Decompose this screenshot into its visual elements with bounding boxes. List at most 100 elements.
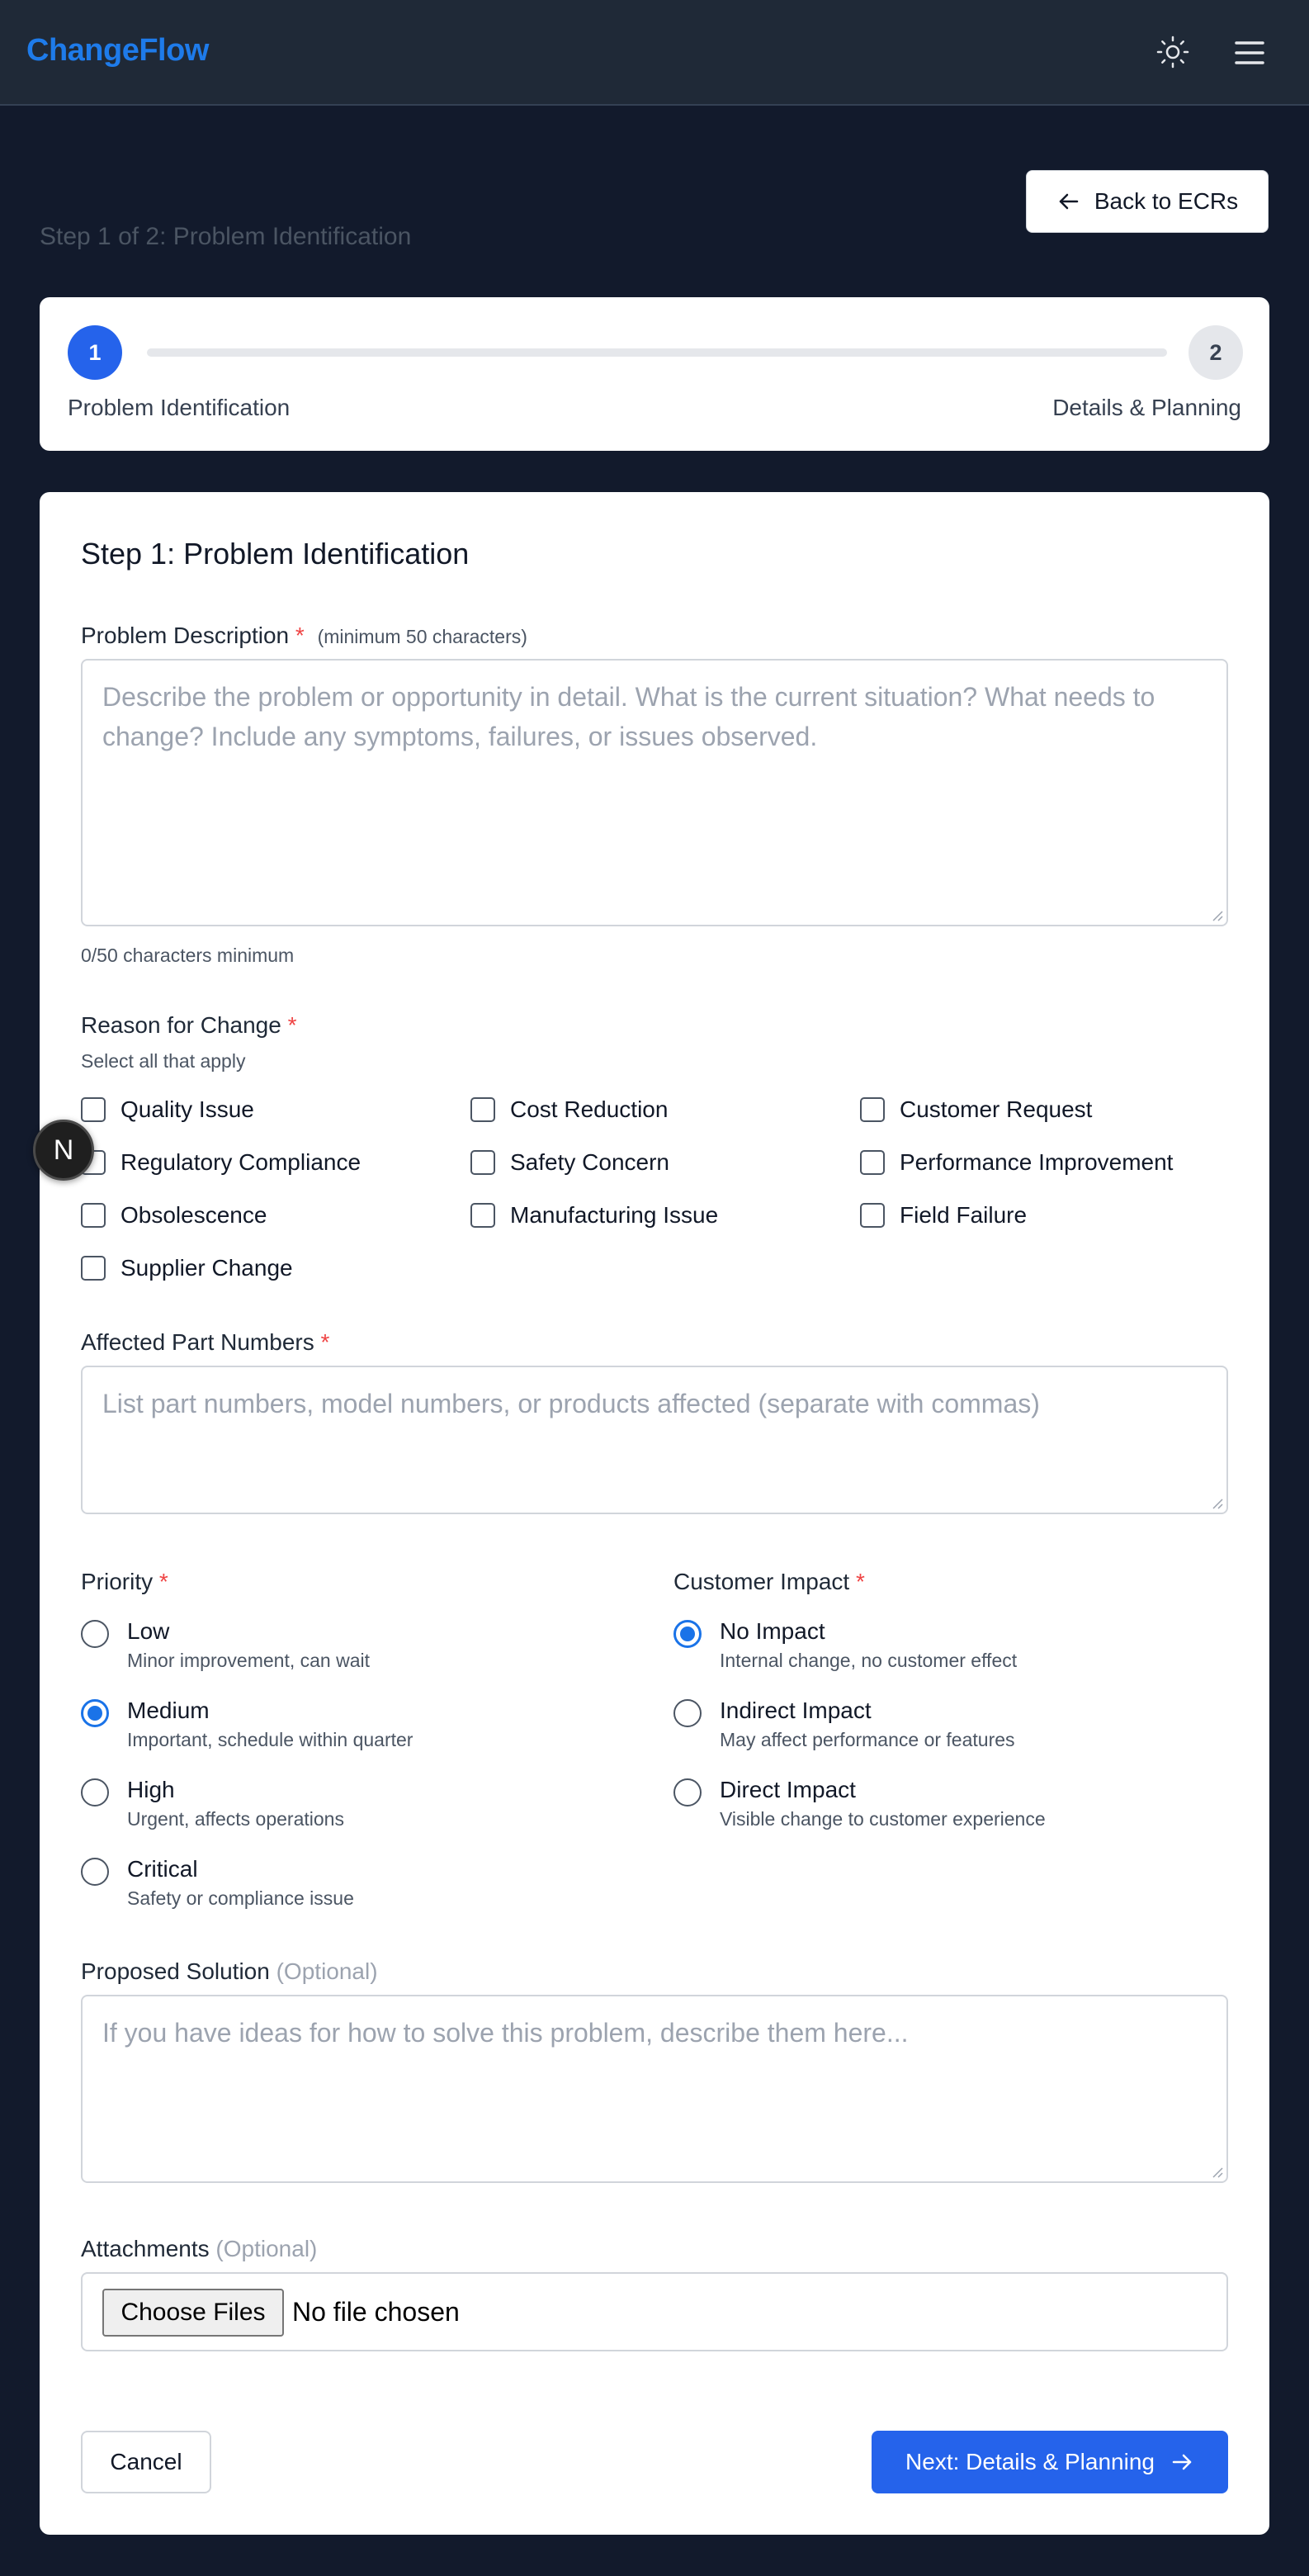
step-2-indicator: 2 [1188,325,1243,380]
optional-tag: (Optional) [276,1958,378,1984]
required-mark: * [287,1012,297,1038]
radio-button[interactable] [81,1778,109,1807]
next-button-label: Next: Details & Planning [905,2449,1155,2474]
top-navbar: ChangeFlow [0,0,1309,106]
attachments-file-input[interactable]: Choose Files No file chosen [81,2272,1228,2351]
radio-description: Urgent, affects operations [127,1808,344,1830]
checkbox[interactable] [470,1150,495,1175]
reason-checkbox-performance-improvement[interactable]: Performance Improvement [860,1149,1173,1176]
problem-description-textarea[interactable]: Describe the problem or opportunity in d… [81,659,1228,926]
choose-files-button[interactable]: Choose Files [102,2289,284,2337]
proposed-solution-textarea[interactable]: If you have ideas for how to solve this … [81,1995,1228,2183]
checkbox[interactable] [81,1097,106,1122]
hamburger-menu-icon[interactable] [1230,33,1269,73]
next-details-planning-button[interactable]: Next: Details & Planning [872,2431,1228,2493]
reason-checkbox-regulatory-compliance[interactable]: Regulatory Compliance [81,1149,361,1176]
radio-title: Indirect Impact [720,1698,872,1723]
checkbox-label: Obsolescence [121,1202,267,1228]
reason-checkbox-manufacturing-issue[interactable]: Manufacturing Issue [470,1202,718,1229]
checkbox-label: Manufacturing Issue [510,1202,719,1228]
back-button-label: Back to ECRs [1094,188,1239,214]
reason-label-text: Reason for Change [81,1012,281,1038]
arrow-left-icon [1059,193,1079,210]
radio-title: Medium [127,1698,210,1723]
problem-description-placeholder: Describe the problem or opportunity in d… [102,682,1155,751]
resize-grip-icon[interactable] [1212,1498,1223,1509]
radio-description: Safety or compliance issue [127,1887,354,1909]
checkbox-label: Quality Issue [121,1096,254,1122]
resize-grip-icon[interactable] [1212,910,1223,921]
problem-description-label: Problem Description * (minimum 50 charac… [81,623,527,649]
priority-label: Priority * [81,1569,168,1595]
radio-button[interactable] [81,1620,109,1648]
checkbox-label: Safety Concern [510,1149,669,1175]
checkbox[interactable] [860,1203,885,1228]
progress-track [147,348,1167,357]
radio-description: Minor improvement, can wait [127,1650,370,1671]
checkbox-label: Regulatory Compliance [121,1149,362,1175]
radio-description: May affect performance or features [720,1729,1015,1750]
reason-checkbox-obsolescence[interactable]: Obsolescence [81,1202,267,1229]
reason-checkbox-cost-reduction[interactable]: Cost Reduction [470,1096,668,1123]
checkbox[interactable] [81,1203,106,1228]
checkbox-label: Performance Improvement [900,1149,1174,1175]
reason-checkbox-field-failure[interactable]: Field Failure [860,1202,1027,1229]
form-title: Step 1: Problem Identification [81,537,470,571]
select-all-hint: Select all that apply [81,1050,246,1072]
theme-toggle-sun-icon[interactable] [1154,33,1192,71]
radio-title: High [127,1777,175,1802]
reason-for-change-label: Reason for Change * [81,1012,297,1039]
resize-grip-icon[interactable] [1212,2166,1223,2178]
problem-description-label-text: Problem Description [81,623,290,648]
step-1-label: Problem Identification [68,395,291,420]
checkbox-label: Supplier Change [121,1255,293,1281]
checkbox[interactable] [860,1097,885,1122]
affected-part-numbers-textarea[interactable]: List part numbers, model numbers, or pro… [81,1366,1228,1514]
checkbox-label: Customer Request [900,1096,1093,1122]
step-1-indicator: 1 [68,325,122,380]
radio-title: Low [127,1618,170,1644]
char-counter: 0/50 characters minimum [81,945,295,966]
ecr-form-card: Step 1: Problem Identification Problem D… [40,492,1269,2535]
radio-button[interactable] [673,1778,702,1807]
required-mark: * [855,1569,865,1594]
optional-tag: (Optional) [215,2236,318,2261]
required-mark: * [158,1569,168,1594]
radio-description: Internal change, no customer effect [720,1650,1018,1671]
step-caption: Step 1 of 2: Problem Identification [40,223,412,250]
arrow-right-icon [1172,2454,1192,2470]
radio-title: No Impact [720,1618,825,1644]
attachments-label-text: Attachments [81,2236,210,2261]
min-chars-hint: (minimum 50 characters) [317,626,527,647]
step-2-label: Details & Planning [1052,395,1241,420]
checkbox[interactable] [470,1097,495,1122]
radio-description: Important, schedule within quarter [127,1729,413,1750]
checkbox[interactable] [860,1150,885,1175]
cancel-button[interactable]: Cancel [81,2431,211,2493]
required-mark: * [295,623,305,648]
brand-logo[interactable]: ChangeFlow [26,33,209,69]
checkbox[interactable] [470,1203,495,1228]
reason-checkbox-safety-concern[interactable]: Safety Concern [470,1149,669,1176]
file-status: No file chosen [292,2297,460,2327]
radio-button[interactable] [81,1858,109,1886]
radio-button[interactable] [673,1699,702,1727]
priority-label-text: Priority [81,1569,154,1594]
impact-label-text: Customer Impact [673,1569,850,1594]
required-mark: * [320,1329,330,1355]
parts-placeholder: List part numbers, model numbers, or pro… [102,1389,1040,1418]
step-progress: 1 2 Problem Identification Details & Pla… [40,297,1269,451]
reason-checkbox-quality-issue[interactable]: Quality Issue [81,1096,254,1123]
checkbox[interactable] [81,1256,106,1281]
customer-impact-label: Customer Impact * [673,1569,865,1595]
reason-checkbox-supplier-change[interactable]: Supplier Change [81,1255,293,1281]
back-to-ecrs-button[interactable]: Back to ECRs [1026,170,1269,233]
reason-checkbox-customer-request[interactable]: Customer Request [860,1096,1092,1123]
checkbox-label: Field Failure [900,1202,1028,1228]
radio-button-selected[interactable] [81,1699,109,1727]
checkbox-label: Cost Reduction [510,1096,669,1122]
solution-placeholder: If you have ideas for how to solve this … [102,2018,909,2048]
dev-tools-badge[interactable]: N [33,1120,94,1181]
radio-button-selected[interactable] [673,1620,702,1648]
radio-title: Critical [127,1856,198,1882]
